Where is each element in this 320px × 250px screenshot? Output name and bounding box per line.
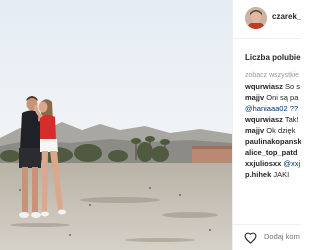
avatar[interactable]: [245, 7, 267, 29]
comment-text: Tak!: [284, 115, 299, 124]
show-all-comments-link[interactable]: zobacz wszystkie: [245, 72, 299, 79]
comment-item: p.hihek JAKI: [245, 170, 301, 180]
post-footer: [233, 224, 301, 250]
comment-item: alice_top_patd: [245, 148, 301, 158]
comment-user-link[interactable]: wqurwiasz: [245, 82, 283, 91]
post-photo[interactable]: [0, 0, 232, 250]
comment-item: paulinakopansk: [245, 137, 301, 147]
add-comment-input[interactable]: [264, 232, 301, 241]
comment-continuation: @haniaaa02 ??: [245, 104, 301, 114]
likes-count[interactable]: Liczba polubień: [245, 53, 301, 62]
comment-mention-link[interactable]: @xxj: [283, 159, 300, 168]
comment-user-link[interactable]: alice_top_patd: [245, 148, 298, 157]
comment-list: wqurwiasz So s majjv Oni są pa @haniaaa0…: [245, 82, 301, 181]
comment-text: Oni są pa: [266, 93, 299, 102]
comment-user-link[interactable]: majjv: [245, 126, 264, 135]
comment-item: majjv Oni są pa: [245, 93, 301, 103]
comment-item: majjv Ok dzięk: [245, 126, 301, 136]
post-header: czarek_: [233, 0, 301, 39]
comment-text: JAKI: [273, 170, 290, 179]
comment-user-link[interactable]: paulinakopansk: [245, 137, 301, 146]
comment-text: Ok dzięk: [266, 126, 296, 135]
comment-mention-link[interactable]: @haniaaa02: [245, 104, 288, 113]
username-link[interactable]: czarek_: [272, 12, 301, 21]
comment-item: xxjuliosxx @xxj: [245, 159, 301, 169]
comment-item: wqurwiasz So s: [245, 82, 301, 92]
post-side-panel: czarek_ Liczba polubień zobacz wszystkie…: [232, 0, 301, 250]
comment-user-link[interactable]: xxjuliosxx: [245, 159, 281, 168]
heart-icon[interactable]: [244, 232, 257, 244]
comment-user-link[interactable]: majjv: [245, 93, 264, 102]
comment-user-link[interactable]: p.hihek: [245, 170, 271, 179]
comment-user-link[interactable]: wqurwiasz: [245, 115, 283, 124]
comment-text: ??: [289, 104, 299, 113]
comment-text: So s: [285, 82, 301, 91]
comment-item: wqurwiasz Tak!: [245, 115, 301, 125]
